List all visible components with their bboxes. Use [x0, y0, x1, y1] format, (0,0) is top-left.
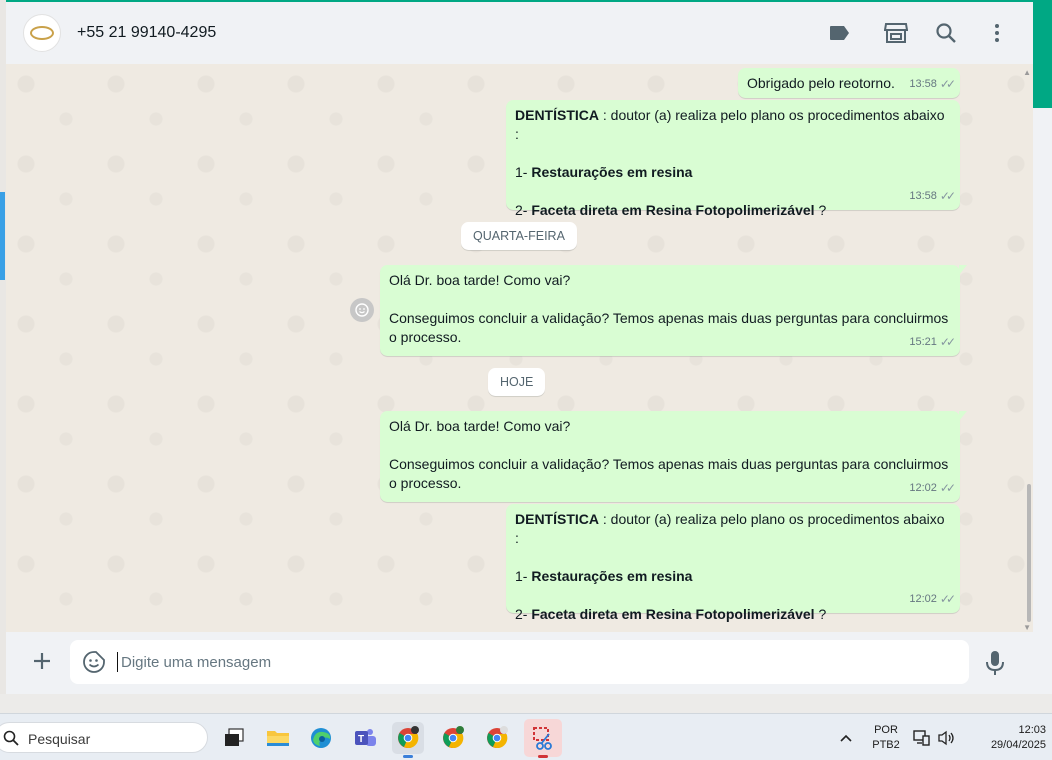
message-bubble[interactable]: Olá Dr. boa tarde! Como vai? Conseguimos…	[380, 265, 967, 356]
message-bold-text: Restaurações em resina	[531, 164, 693, 180]
message-meta: 12:02 ✓✓	[909, 479, 956, 498]
message-bubble[interactable]: DENTÍSTICA : doutor (a) realiza pelo pla…	[506, 100, 960, 218]
clock-time: 12:03	[1018, 724, 1046, 736]
label-icon[interactable]	[828, 21, 852, 45]
task-view-icon[interactable]	[218, 722, 250, 754]
chrome-profile-2-icon[interactable]	[437, 722, 469, 754]
edge-browser-icon[interactable]	[305, 722, 337, 754]
message-time: 13:58	[909, 78, 937, 90]
background-window-edge	[0, 192, 5, 280]
scroll-up-arrow-icon[interactable]: ▲	[1023, 68, 1031, 77]
shop-icon[interactable]	[884, 21, 908, 45]
message-text: Olá Dr. boa tarde! Como vai?	[389, 418, 571, 434]
message-text: Conseguimos concluir a validação? Temos …	[389, 456, 949, 472]
snipping-tool-icon[interactable]	[524, 719, 562, 758]
emoji-reaction-icon[interactable]	[350, 298, 374, 322]
message-bold-text: Faceta direta em Resina Fotopolimerizáve…	[531, 606, 815, 622]
contact-name[interactable]: +55 21 99140-4295	[77, 24, 216, 42]
message-bold-text: Restaurações em resina	[531, 568, 693, 584]
microphone-icon[interactable]	[985, 650, 1009, 676]
message-bubble[interactable]: Olá Dr. boa tarde! Como vai? Conseguimos…	[380, 411, 967, 502]
message-text: 1-	[515, 568, 532, 584]
contact-avatar[interactable]	[23, 14, 61, 52]
message-text: Conseguimos concluir a validação? Temos …	[389, 310, 949, 326]
message-bold-text: Faceta direta em Resina Fotopolimerizáve…	[531, 202, 815, 218]
clinic-logo-icon	[30, 26, 54, 40]
taskbar-search[interactable]: Pesquisar	[0, 722, 208, 753]
date-separator: QUARTA-FEIRA	[461, 222, 577, 250]
clock-date: 29/04/2025	[990, 739, 1046, 751]
date-separator: HOJE	[488, 368, 546, 396]
message-bold-text: DENTÍSTICA	[515, 107, 599, 123]
message-text: o processo.	[389, 329, 462, 345]
chrome-profile-1-icon[interactable]	[392, 722, 424, 758]
message-input-box	[70, 640, 969, 684]
active-indicator	[538, 755, 548, 758]
message-meta: 13:58 ✓✓	[909, 75, 956, 94]
chat-header: +55 21 99140-4295	[6, 2, 1033, 64]
message-text: Olá Dr. boa tarde! Como vai?	[389, 272, 571, 288]
network-icon[interactable]	[910, 722, 934, 754]
bubble-tail	[959, 265, 967, 275]
show-hidden-icons-chevron-icon[interactable]	[833, 722, 859, 754]
language-code: POR	[874, 724, 898, 736]
desktop-gap	[0, 694, 1052, 713]
keyboard-layout: PTB2	[872, 739, 900, 751]
search-icon	[3, 730, 19, 746]
composer-bar	[6, 632, 1033, 694]
scroll-down-arrow-icon[interactable]: ▼	[1023, 623, 1031, 632]
whatsapp-window: +55 21 99140-4295 Obrigado pelo reotorno…	[6, 2, 1033, 694]
menu-icon[interactable]	[985, 21, 1009, 45]
sticker-emoji-icon[interactable]	[82, 650, 106, 674]
message-text: ?	[814, 606, 827, 622]
chat-scrollbar[interactable]: ▲ ▼	[1023, 66, 1031, 632]
message-text: 2-	[515, 606, 532, 622]
taskbar-search-label: Pesquisar	[28, 731, 91, 747]
search-icon[interactable]	[934, 21, 958, 45]
message-meta: 15:21 ✓✓	[909, 333, 956, 352]
file-explorer-icon[interactable]	[262, 722, 294, 754]
message-time: 12:02	[909, 593, 937, 605]
volume-icon[interactable]	[934, 722, 958, 754]
double-check-icon: ✓✓	[939, 77, 956, 91]
message-input[interactable]	[117, 652, 947, 672]
message-bubble[interactable]: Obrigado pelo reotorno. 13:58 ✓✓	[738, 68, 960, 98]
windows-taskbar: Pesquisar T POR PTB2 12:03 29/04/2025	[0, 713, 1052, 760]
input-language[interactable]: POR PTB2	[866, 723, 906, 753]
message-bold-text: DENTÍSTICA	[515, 511, 599, 527]
message-list[interactable]: Obrigado pelo reotorno. 13:58 ✓✓ DENTÍST…	[6, 64, 1033, 632]
chrome-profile-3-icon[interactable]	[481, 722, 513, 754]
teams-icon[interactable]: T	[349, 722, 381, 754]
active-indicator	[403, 755, 413, 758]
message-text: ?	[814, 202, 827, 218]
message-time: 15:21	[909, 336, 937, 348]
message-text: 1-	[515, 164, 532, 180]
message-bubble[interactable]: DENTÍSTICA : doutor (a) realiza pelo pla…	[506, 504, 960, 622]
message-time: 12:02	[909, 482, 937, 494]
double-check-icon: ✓✓	[939, 592, 956, 606]
scrollbar-thumb[interactable]	[1027, 484, 1031, 622]
double-check-icon: ✓✓	[939, 335, 956, 349]
message-text: o processo.	[389, 475, 462, 491]
message-text: 2-	[515, 202, 532, 218]
system-clock[interactable]: 12:03 29/04/2025	[966, 723, 1046, 753]
double-check-icon: ✓✓	[939, 189, 956, 203]
message-meta: 13:58 ✓✓	[909, 187, 956, 206]
double-check-icon: ✓✓	[939, 481, 956, 495]
message-time: 13:58	[909, 190, 937, 202]
background-window-strip	[1033, 0, 1052, 108]
background-window-panel	[1033, 108, 1052, 713]
svg-text:T: T	[358, 734, 364, 745]
attach-plus-icon[interactable]	[30, 649, 54, 673]
bubble-tail	[959, 411, 967, 421]
message-meta: 12:02 ✓✓	[909, 590, 956, 609]
